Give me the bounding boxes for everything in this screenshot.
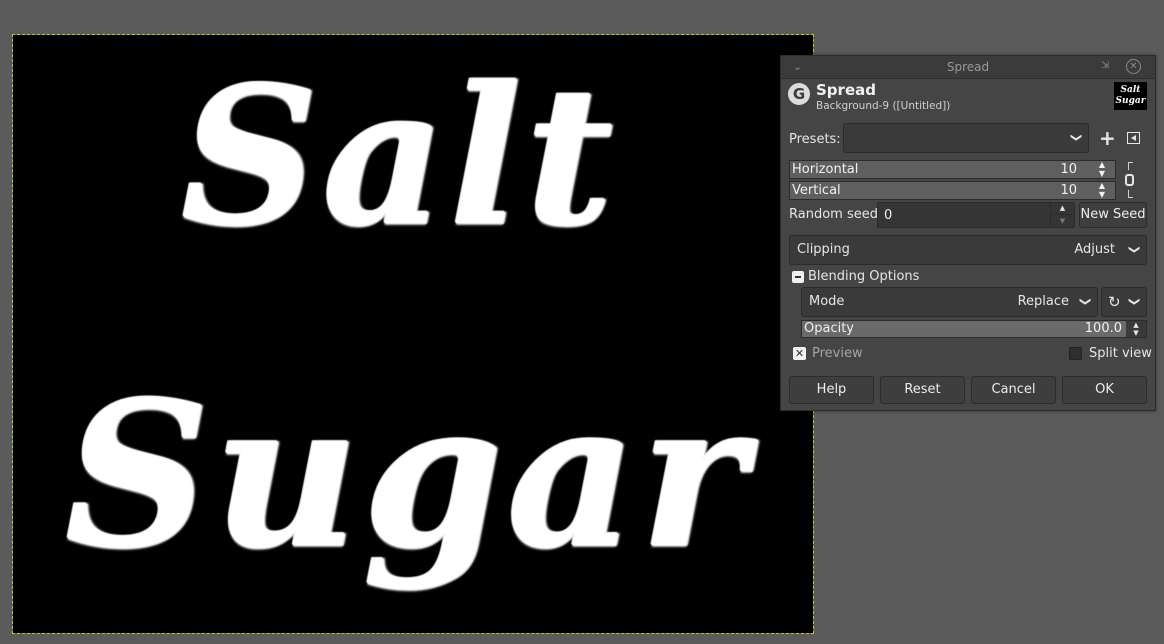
chain-link-icon[interactable]	[1125, 160, 1137, 200]
chevron-down-icon: ❮	[1068, 132, 1082, 143]
help-button[interactable]: Help	[789, 376, 874, 404]
horizontal-label: Horizontal	[792, 162, 859, 177]
thumbnail-text-sugar: Sugar	[1115, 96, 1146, 106]
preview-label[interactable]: Preview	[812, 346, 863, 361]
random-seed-input[interactable]: 0 ▲ ▼	[877, 202, 1075, 228]
vertical-spinscale[interactable]: Vertical 10 ▲ ▼	[789, 181, 1116, 200]
reset-mode-button[interactable]: ↻ ❮	[1101, 287, 1147, 317]
dialog-title: Spread	[816, 81, 876, 99]
reset-button[interactable]: Reset	[880, 376, 965, 404]
presets-dropdown[interactable]: ❮	[843, 123, 1089, 153]
shade-icon[interactable]: ⇲	[1101, 60, 1109, 71]
opacity-spinscale[interactable]: Opacity 100.0 ▲ ▼	[801, 320, 1147, 338]
horizontal-spinscale[interactable]: Horizontal 10 ▲ ▼	[789, 160, 1116, 179]
image-canvas[interactable]: Salt Sugar	[12, 34, 814, 634]
gimp-logo-icon: G	[788, 83, 810, 105]
canvas-text-sugar: Sugar	[65, 358, 750, 593]
mode-label: Mode	[809, 294, 845, 309]
canvas-text-salt: Salt	[181, 45, 618, 268]
mode-dropdown[interactable]: Mode Replace ❮	[801, 287, 1098, 317]
ok-button[interactable]: OK	[1062, 376, 1147, 404]
clipping-value: Adjust	[1074, 242, 1115, 257]
split-view-checkbox[interactable]	[1069, 347, 1082, 360]
cancel-button[interactable]: Cancel	[971, 376, 1056, 404]
dialog-titlebar[interactable]: ⌄ Spread ⇲ ✕	[781, 56, 1155, 79]
vertical-stepper-icon[interactable]: ▲ ▼	[1099, 181, 1105, 199]
window-title: Spread	[946, 60, 990, 74]
seed-decrement-button[interactable]: ▼	[1050, 215, 1074, 227]
chevron-down-icon: ❮	[1127, 296, 1141, 307]
spread-dialog: ⌄ Spread ⇲ ✕ G Spread Background-9 ([Unt…	[780, 55, 1156, 411]
seed-increment-button[interactable]: ▲	[1050, 203, 1074, 215]
random-seed-value: 0	[884, 208, 893, 223]
vertical-label: Vertical	[792, 183, 841, 198]
thumbnail-text-salt: Salt	[1120, 85, 1141, 95]
plus-icon[interactable]: +	[1099, 126, 1116, 150]
clipping-dropdown[interactable]: Clipping Adjust ❮	[789, 235, 1147, 265]
reset-mode-icon: ↻	[1108, 293, 1121, 311]
close-icon[interactable]: ✕	[1126, 59, 1141, 74]
preview-checkbox[interactable]: ✕	[793, 347, 806, 360]
vertical-value: 10	[1060, 183, 1077, 198]
chevron-down-icon: ❮	[1077, 296, 1091, 307]
clipping-label: Clipping	[797, 242, 850, 257]
random-seed-label: Random seed	[789, 207, 878, 222]
opacity-value: 100.0	[1084, 321, 1122, 336]
blending-options-label: Blending Options	[808, 269, 920, 284]
split-view-label[interactable]: Split view	[1089, 346, 1152, 361]
panel-icon[interactable]	[1127, 132, 1140, 144]
new-seed-button[interactable]: New Seed	[1079, 202, 1147, 228]
presets-label: Presets:	[789, 132, 841, 147]
horizontal-stepper-icon[interactable]: ▲ ▼	[1099, 160, 1105, 178]
opacity-label: Opacity	[804, 321, 855, 336]
chevron-down-icon: ❮	[1126, 244, 1140, 255]
horizontal-value: 10	[1060, 162, 1077, 177]
opacity-stepper-icon[interactable]: ▲ ▼	[1126, 321, 1146, 337]
image-thumbnail: Salt Sugar	[1114, 82, 1147, 110]
collapse-icon[interactable]	[792, 271, 804, 283]
dialog-header: G Spread Background-9 ([Untitled]) Salt …	[781, 79, 1155, 115]
dialog-subtitle: Background-9 ([Untitled])	[816, 100, 951, 112]
mode-value: Replace	[1017, 294, 1069, 309]
